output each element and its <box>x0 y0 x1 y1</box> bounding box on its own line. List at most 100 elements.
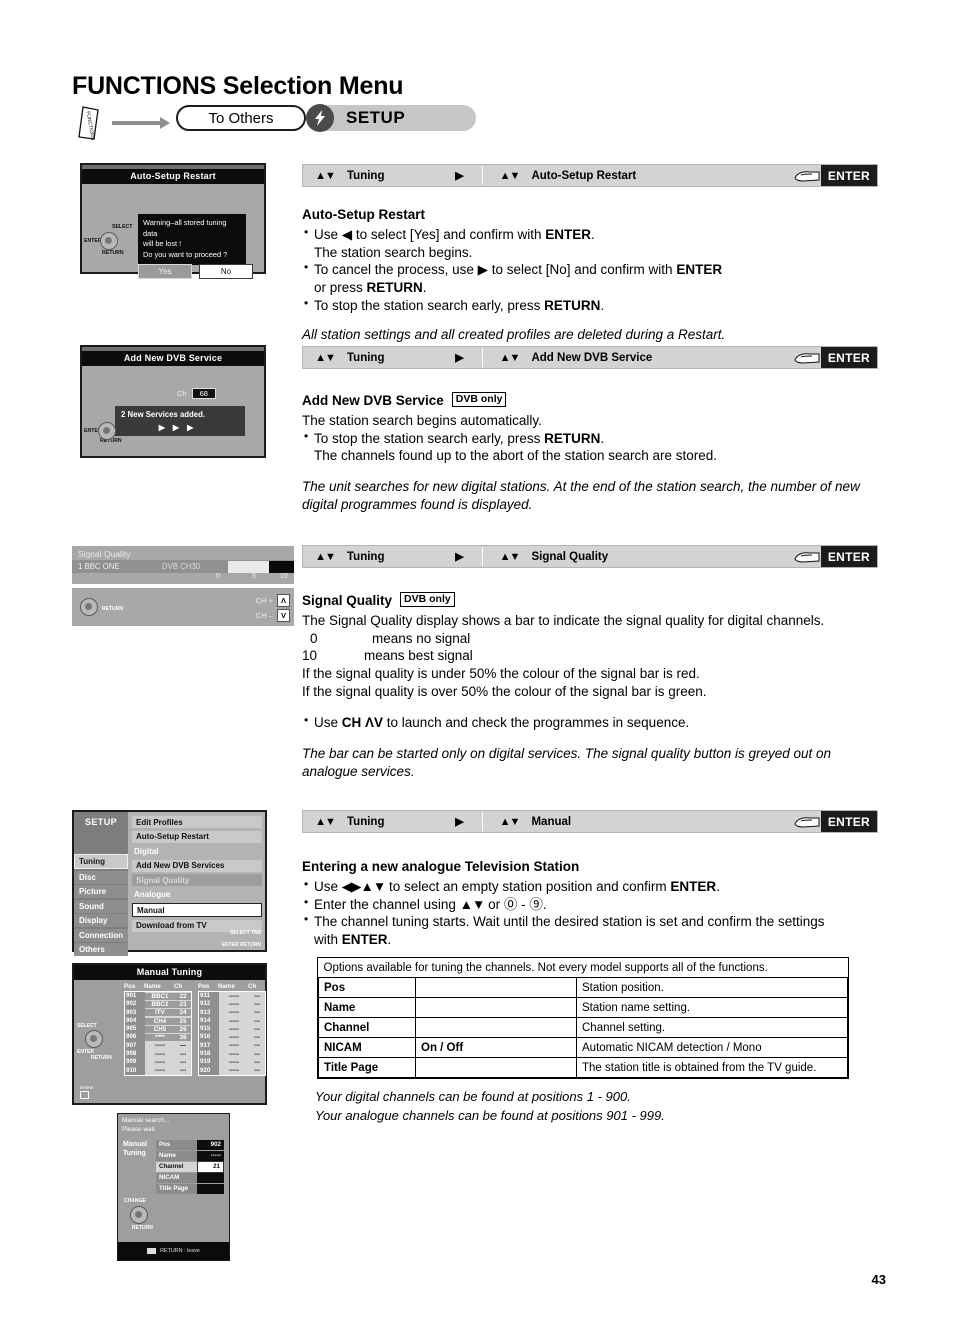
pad-tab-label: TAB <box>251 930 261 936</box>
navbar-auto-setup-restart[interactable]: ▲▼ Tuning ▶ ▲▼ Auto-Setup Restart ENTER <box>302 164 878 187</box>
channel-positions-note: Your digital channels can be found at po… <box>315 1088 665 1126</box>
table-row[interactable]: 910 ----- --- <box>125 1066 191 1075</box>
up-down-arrows-icon: ▲▼ <box>499 815 521 828</box>
cell-name: BBC1 <box>144 992 176 1000</box>
option-key: Title Page <box>318 1057 416 1078</box>
navbar-col1-label: Tuning <box>347 351 385 364</box>
field-row-pos[interactable]: Pos 902 <box>156 1140 224 1150</box>
screenshot-signal-quality: Signal Quality 1 BBC ONE DVB CH30 0 5 10… <box>72 546 294 626</box>
warning-line-3: Do you want to proceed ? <box>143 250 228 260</box>
table-row[interactable]: 909 ----- --- <box>125 1058 191 1067</box>
bullet: To stop the station search early, press … <box>302 296 880 315</box>
table-row[interactable]: 913 ----- --- <box>199 1008 265 1017</box>
text: . <box>591 226 595 242</box>
screenshot-add-new-dvb: Add New DVB Service Ch 68 2 New Services … <box>80 345 266 458</box>
scale-tick-0: 0 <box>216 573 220 580</box>
navbar-add-new-dvb-service[interactable]: ▲▼ Tuning ▶ ▲▼ Add New DVB Service ENTER <box>302 346 878 369</box>
bullet: Enter the channel using ▲▼ or ⓪ - ⑨. <box>302 895 880 914</box>
table-row[interactable]: 903 ITV 24 <box>125 1008 191 1017</box>
setup-menu-item-auto-setup-restart[interactable]: Auto-Setup Restart <box>132 830 262 843</box>
table-row[interactable]: 920 ----- --- <box>199 1066 265 1075</box>
table-row[interactable]: 906 **** 36 <box>125 1033 191 1042</box>
table-row: Channel Channel setting. <box>318 1017 848 1038</box>
scale-text: means no signal <box>372 630 471 646</box>
cell-name: ----- <box>228 992 240 1000</box>
manual-page: FUNCTIONS Selection Menu FUNCTIONS To Ot… <box>0 0 954 1339</box>
table-row[interactable]: 902 BBC2 23 <box>125 1000 191 1009</box>
setup-menu-category-tuning[interactable]: Tuning <box>74 854 128 869</box>
table-row[interactable]: 908 ----- --- <box>125 1050 191 1059</box>
table-row[interactable]: 918 ----- --- <box>199 1050 265 1059</box>
field-value: 21 <box>197 1161 224 1173</box>
cell-ch: 26 <box>175 1025 191 1033</box>
table-row[interactable]: 916 ----- --- <box>199 1033 265 1042</box>
table-row[interactable]: 907 ----- — <box>125 1041 191 1051</box>
navbar-signal-quality[interactable]: ▲▼ Tuning ▶ ▲▼ Signal Quality ENTER <box>302 545 878 568</box>
setup-menu-category-others[interactable]: Others <box>74 943 128 956</box>
text: RETURN <box>366 280 423 296</box>
pad-change-label: CHANGE <box>124 1198 146 1204</box>
cell-name: ----- <box>154 1042 166 1050</box>
field-row-channel[interactable]: Channel 21 <box>156 1161 224 1173</box>
setup-menu-category-display[interactable]: Display <box>74 914 128 927</box>
header-pos: Pos <box>198 983 210 990</box>
text: RETURN <box>544 298 601 314</box>
no-button[interactable]: No <box>199 264 253 279</box>
text: or <box>484 896 504 912</box>
section-manual: Entering a new analogue Television Stati… <box>302 858 880 949</box>
right-triangle-icon: ▶ <box>455 352 464 364</box>
setup-menu-category-disc[interactable]: Disc <box>74 870 128 884</box>
up-down-arrows-icon: ▲▼ <box>499 550 521 563</box>
option-description: The station title is obtained from the T… <box>576 1057 848 1078</box>
setup-menu-category-sound[interactable]: Sound <box>74 899 128 913</box>
setup-menu-item-edit-profiles[interactable]: Edit Profiles <box>132 816 262 828</box>
table-row[interactable]: 911 ----- --- <box>199 992 265 1001</box>
table-row: Name Station name setting. <box>318 997 848 1018</box>
navbar-manual[interactable]: ▲▼ Tuning ▶ ▲▼ Manual ENTER <box>302 810 878 833</box>
text: To stop the station search early, press <box>314 430 545 446</box>
table-row[interactable]: 919 ----- --- <box>199 1058 265 1067</box>
setup-menu-item-add-new-dvb-services[interactable]: Add New DVB Services <box>132 859 262 872</box>
setup-menu-category-picture[interactable]: Picture <box>74 885 128 898</box>
table-row[interactable]: 904 CH4 25 <box>125 1016 191 1026</box>
manual-tuning-side-label: Manual Tuning <box>123 1140 147 1158</box>
key-up-icon[interactable]: Λ <box>277 594 290 607</box>
option-description: Channel setting. <box>576 1017 848 1038</box>
screen-title: Auto-Setup Restart <box>82 169 264 184</box>
pad-return-label: RETURN <box>240 942 261 948</box>
number-key-9-icon: ⑨ <box>529 896 543 912</box>
text: The Signal Quality display shows a bar t… <box>302 612 825 628</box>
ch-value: 68 <box>191 388 216 399</box>
field-row-name[interactable]: Name ----- <box>156 1151 224 1161</box>
setup-menu-item-manual[interactable]: Manual <box>132 903 262 917</box>
section-note: The unit searches for new digital statio… <box>302 479 860 513</box>
table-row[interactable]: 915 ----- --- <box>199 1025 265 1034</box>
dpad-icon <box>80 598 98 616</box>
bullet: To cancel the process, use ▶ to select [… <box>302 260 880 297</box>
scale-tick-10: 10 <box>280 573 288 580</box>
table-row[interactable]: 914 ----- --- <box>199 1016 265 1026</box>
setup-menu-category-connection[interactable]: Connection <box>74 928 128 942</box>
field-row-title-page[interactable]: Title Page <box>156 1184 224 1194</box>
navigation-flow: FUNCTIONS To Others SETUP <box>72 104 492 141</box>
field-value: 902 <box>197 1140 224 1150</box>
dvb-only-badge: DVB only <box>400 592 455 608</box>
setup-menu-item-signal-quality[interactable]: Signal Quality <box>132 874 262 886</box>
manual-tuning-grid: Pos Name Ch 901 BBC1 22 902 BBC2 23 903 ITV 24 90… <box>124 983 266 1076</box>
key-down-icon[interactable]: V <box>277 609 290 622</box>
text: To stop the station search early, press <box>314 298 545 314</box>
table-row[interactable]: 905 CH5 26 <box>125 1025 191 1034</box>
right-triangle-icon: ▶ <box>455 170 464 182</box>
cell-pos: 906 <box>125 1033 145 1042</box>
field-row-nicam[interactable]: NICAM <box>156 1173 224 1183</box>
text: or press <box>314 280 367 296</box>
table-row[interactable]: 901 BBC1 22 <box>125 992 191 1001</box>
flow-step-to-others[interactable]: To Others <box>176 105 306 131</box>
cell-name: ----- <box>228 1067 240 1075</box>
table-row[interactable]: 912 ----- --- <box>199 1000 265 1009</box>
yes-button[interactable]: Yes <box>138 264 192 279</box>
up-down-arrows-icon: ▲▼ <box>459 896 486 912</box>
table-row[interactable]: 917 ----- --- <box>199 1041 265 1051</box>
cell-name: ----- <box>228 1000 240 1008</box>
right-triangle-icon: ▶ <box>455 551 464 563</box>
